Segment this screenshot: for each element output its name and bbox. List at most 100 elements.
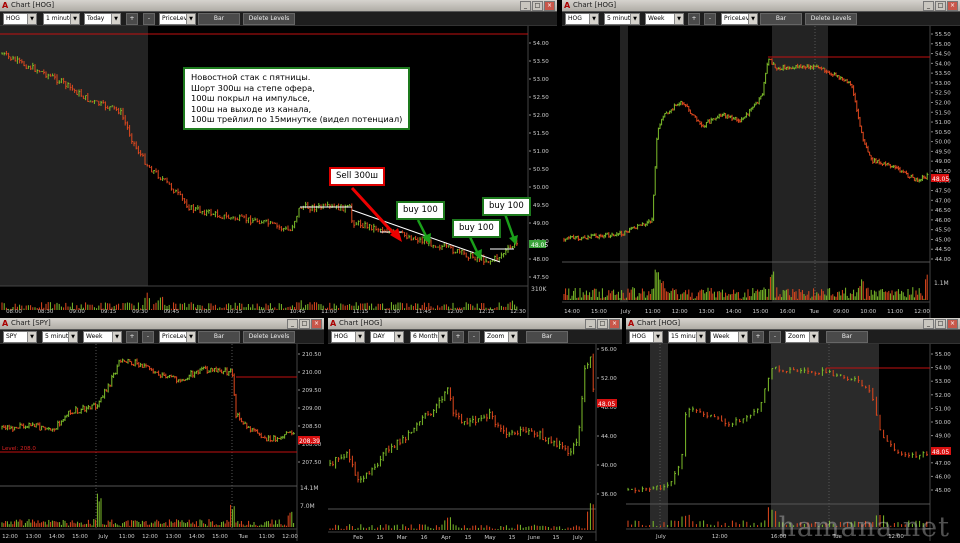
y-tick-label: 51.00 xyxy=(935,120,951,126)
zoom-out-button[interactable]: - xyxy=(142,331,154,343)
y-tick-label: 55.00 xyxy=(935,42,951,48)
main-chart-window: A Chart [HOG] _ □ × HOG ▼ 1 minute ▼ Today ▼ … xyxy=(0,0,557,318)
symbol-field[interactable]: HOG ▼ xyxy=(565,13,599,25)
minimize-button[interactable]: _ xyxy=(520,1,531,11)
price-bars xyxy=(563,58,929,242)
x-tick-label: 13:00 xyxy=(25,534,41,540)
maximize-button[interactable]: □ xyxy=(299,319,310,329)
sell-callout: Sell 300ш xyxy=(329,167,386,186)
minimize-button[interactable]: _ xyxy=(287,319,298,329)
price-chart[interactable]: Level: 208.0 210.50 210.00 209.50 209.00 208… xyxy=(0,344,324,541)
bar-button[interactable]: Bar xyxy=(760,13,802,25)
symbol-field[interactable]: SPY ▼ xyxy=(3,331,37,343)
close-button[interactable]: × xyxy=(947,319,958,329)
x-tick-label: 12:00 xyxy=(282,534,298,540)
y-tick-label: 47.50 xyxy=(935,189,951,195)
y-tick-label: 208.50 xyxy=(302,424,322,430)
zoom-select[interactable]: Zoom ▼ xyxy=(785,331,819,343)
buy-callout-2: buy 100 xyxy=(452,219,501,238)
trade-notes: Новостной стак с пятницы. Шорт 300ш на с… xyxy=(183,67,411,130)
y-tick-label: 54.00 xyxy=(935,61,951,67)
chart-toolbar: HOG ▼ 1 minute ▼ Today ▼ + - PriceLevel ▼ Ba… xyxy=(0,12,557,26)
interval-select[interactable]: DAY ▼ xyxy=(370,331,404,343)
close-button[interactable]: × xyxy=(311,319,322,329)
maximize-button[interactable]: □ xyxy=(935,319,946,329)
symbol-field[interactable]: HOG ▼ xyxy=(629,331,663,343)
bar-button[interactable]: Bar xyxy=(526,331,568,343)
maximize-button[interactable]: □ xyxy=(935,1,946,11)
minimize-button[interactable]: _ xyxy=(923,1,934,11)
interval-select[interactable]: 5 minutes ▼ xyxy=(604,13,640,25)
maximize-button[interactable]: □ xyxy=(597,319,608,329)
price-level-select[interactable]: PriceLevel ▼ xyxy=(159,13,196,25)
zoom-out-button[interactable]: - xyxy=(704,13,716,25)
symbol-field[interactable]: HOG ▼ xyxy=(331,331,365,343)
window-titlebar[interactable]: A Chart [SPY] _ □ × xyxy=(0,318,324,330)
y-tick-label: 46.00 xyxy=(935,474,951,480)
delete-levels-button[interactable]: Delete Levels xyxy=(805,13,857,25)
x-tick-label: Tue xyxy=(238,534,249,540)
range-select[interactable]: 6 Months ▼ xyxy=(410,331,448,343)
y-axis: 56.0052.0048.0044.0040.0036.00 xyxy=(597,347,617,498)
y-tick-label: 52.50 xyxy=(533,95,549,101)
interval-select[interactable]: 1 minute ▼ xyxy=(43,13,80,25)
y-tick-label: 52.00 xyxy=(935,393,951,399)
delete-levels-button[interactable]: Delete Levels xyxy=(243,13,295,25)
zoom-out-button[interactable]: - xyxy=(143,13,155,25)
app-icon: A xyxy=(564,1,571,10)
range-select[interactable]: Week ▼ xyxy=(710,331,748,343)
delete-levels-button[interactable]: Delete Levels xyxy=(243,331,295,343)
window-titlebar[interactable]: A Chart [HOG] _ □ × xyxy=(0,0,557,12)
window-titlebar[interactable]: A Chart [HOG] _ □ × xyxy=(626,318,960,330)
zoom-in-button[interactable]: + xyxy=(752,331,764,343)
range-select[interactable]: Week ▼ xyxy=(83,331,122,343)
dropdown-arrow-icon: ▼ xyxy=(748,14,757,24)
x-tick-label: Mar xyxy=(397,535,408,541)
zoom-out-button[interactable]: - xyxy=(769,331,781,343)
y-tick-label: 52.00 xyxy=(935,100,951,106)
price-level-select[interactable]: PriceLevel ▼ xyxy=(159,331,196,343)
bar-button[interactable]: Bar xyxy=(198,13,240,25)
price-chart[interactable]: 55.50 55.00 54.50 54.00 53.50 53.00 52.50 52.00… xyxy=(562,26,960,318)
y-tick-label: 55.00 xyxy=(935,352,951,358)
zoom-out-button[interactable]: - xyxy=(468,331,480,343)
minimize-button[interactable]: _ xyxy=(585,319,596,329)
interval-select[interactable]: 15 minutes ▼ xyxy=(668,331,706,343)
y-tick-label: 49.00 xyxy=(935,434,951,440)
minimize-button[interactable]: _ xyxy=(923,319,934,329)
level-label: Level: 208.0 xyxy=(2,446,36,452)
close-button[interactable]: × xyxy=(609,319,620,329)
maximize-button[interactable]: □ xyxy=(532,1,543,11)
interval-select[interactable]: 5 minutes ▼ xyxy=(42,331,78,343)
window-title: Chart [HOG] xyxy=(637,319,681,327)
x-tick-label: 13:00 xyxy=(165,534,181,540)
zoom-in-button[interactable]: + xyxy=(126,13,138,25)
bar-button[interactable]: Bar xyxy=(198,331,240,343)
y-tick-label: 50.00 xyxy=(533,185,549,191)
chart-toolbar: HOG ▼ DAY ▼ 6 Months ▼ + - Zoom ▼ Bar xyxy=(328,330,622,344)
y-tick-label: 51.50 xyxy=(935,110,951,116)
x-tick-label: 13:00 xyxy=(699,309,715,315)
price-level-select[interactable]: PriceLevel ▼ xyxy=(721,13,758,25)
close-button[interactable]: × xyxy=(544,1,555,11)
zoom-in-button[interactable]: + xyxy=(126,331,138,343)
window-titlebar[interactable]: A Chart [HOG] _ □ × xyxy=(562,0,960,12)
close-button[interactable]: × xyxy=(947,1,958,11)
zoom-in-button[interactable]: + xyxy=(688,13,700,25)
x-axis: Feb 15 Mar 16 Apr 15 May 15 June 15 July xyxy=(353,535,584,541)
range-select[interactable]: Week ▼ xyxy=(645,13,684,25)
bar-button[interactable]: Bar xyxy=(826,331,868,343)
dropdown-arrow-icon: ▼ xyxy=(653,332,662,342)
range-select[interactable]: Today ▼ xyxy=(84,13,121,25)
zoom-select[interactable]: Zoom ▼ xyxy=(484,331,518,343)
buy-arrow-2 xyxy=(468,236,482,260)
window-titlebar[interactable]: A Chart [HOG] _ □ × xyxy=(328,318,622,330)
price-chart[interactable]: 56.0052.0048.0044.0040.0036.00 Feb 15 Mar 1… xyxy=(328,344,622,541)
x-tick-label: 14:00 xyxy=(189,534,205,540)
zoom-in-button[interactable]: + xyxy=(452,331,464,343)
dropdown-arrow-icon: ▼ xyxy=(186,14,195,24)
symbol-field[interactable]: HOG ▼ xyxy=(3,13,37,25)
volume-bars xyxy=(1,292,518,310)
last-price-text: 48.05 xyxy=(932,176,949,183)
dropdown-arrow-icon: ▼ xyxy=(589,14,598,24)
